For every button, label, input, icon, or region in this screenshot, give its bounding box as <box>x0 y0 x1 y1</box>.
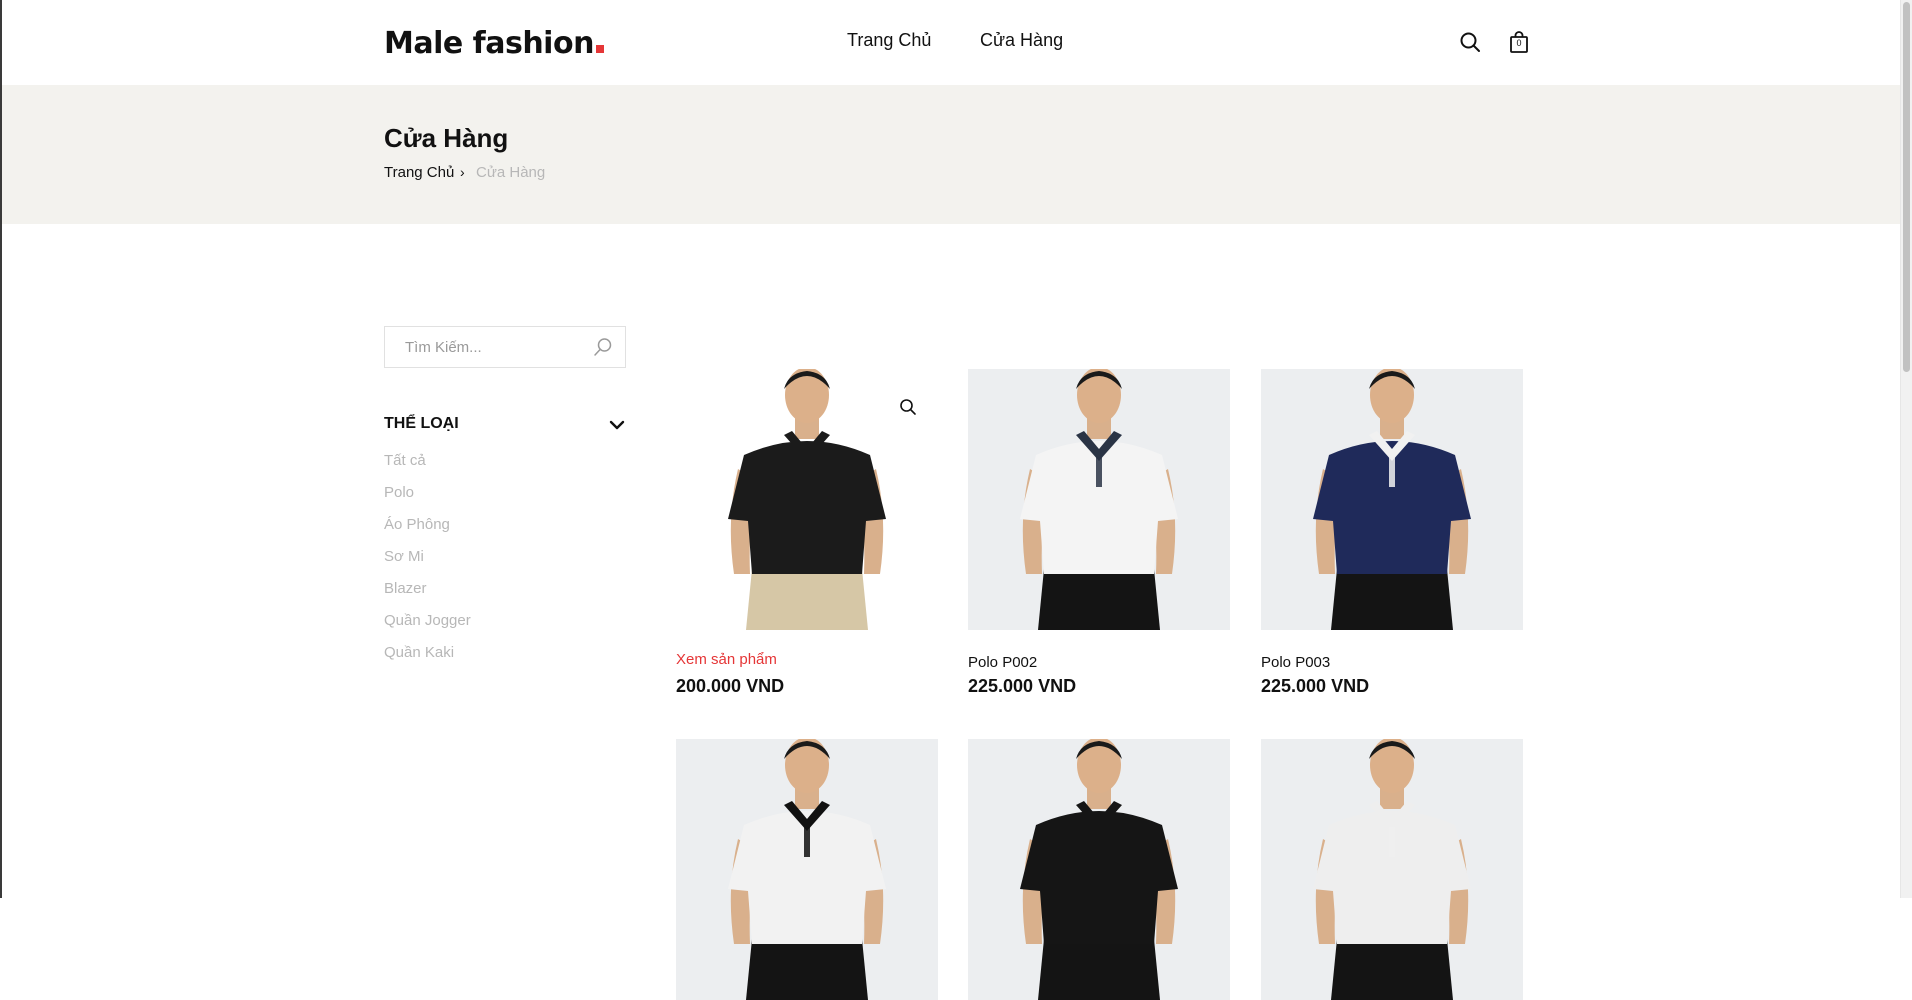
nav-home-link[interactable]: Trang Chủ <box>847 30 931 51</box>
category-item-tshirt[interactable]: Áo Phông <box>384 516 471 548</box>
scrollbar-thumb[interactable] <box>1903 2 1910 372</box>
model-photo <box>1261 739 1523 1000</box>
page-title: Cửa Hàng <box>384 123 509 153</box>
sidebar-search-button[interactable] <box>593 337 613 357</box>
cart-count: 0 <box>1516 38 1522 48</box>
product-card[interactable]: Polo P003 225.000 VND <box>1261 369 1523 696</box>
logo-dot <box>595 45 604 53</box>
shopping-bag-icon[interactable]: 0 <box>1507 30 1531 54</box>
site-header: Male fashion Trang Chủ Cửa Hàng 0 <box>2 0 1901 85</box>
product-image[interactable] <box>968 739 1230 1000</box>
magnifier-icon <box>594 338 612 356</box>
category-accordion-toggle[interactable]: Thể loại <box>384 413 626 437</box>
zoom-icon <box>900 399 916 415</box>
product-card[interactable] <box>676 739 938 1000</box>
product-name[interactable]: Polo P002 <box>968 654 1037 671</box>
logo-text: Male fashion <box>384 26 594 61</box>
category-item-jogger[interactable]: Quần Jogger <box>384 612 471 644</box>
breadcrumb-current: Cửa Hàng <box>476 164 546 181</box>
product-name[interactable]: Polo P003 <box>1261 654 1330 671</box>
sidebar-search <box>384 326 626 368</box>
category-item-all[interactable]: Tất cả <box>384 452 471 484</box>
page-banner: Cửa Hàng Trang Chủ › Cửa Hàng <box>2 85 1901 224</box>
model-photo <box>1261 369 1523 630</box>
product-price: 225.000 VND <box>968 676 1077 696</box>
model-photo <box>968 369 1230 630</box>
product-card[interactable] <box>968 739 1230 1000</box>
product-card[interactable]: Xem sản phẩm 200.000 VND <box>676 369 938 696</box>
category-heading: Thể loại <box>384 415 459 432</box>
sidebar-search-input[interactable] <box>385 327 585 367</box>
category-list: Tất cả Polo Áo Phông Sơ Mi Blazer Quần J… <box>384 452 471 676</box>
product-image[interactable] <box>1261 739 1523 1000</box>
category-item-polo[interactable]: Polo <box>384 484 471 516</box>
nav-shop-link[interactable]: Cửa Hàng <box>980 30 1063 51</box>
product-image[interactable] <box>676 739 938 1000</box>
product-image[interactable] <box>1261 369 1523 630</box>
site-logo[interactable]: Male fashion <box>384 26 604 61</box>
model-photo <box>968 739 1230 1000</box>
category-item-blazer[interactable]: Blazer <box>384 580 471 612</box>
product-card[interactable] <box>1261 739 1523 1000</box>
product-image[interactable] <box>968 369 1230 630</box>
breadcrumb-home-link[interactable]: Trang Chủ <box>384 164 454 181</box>
product-price: 200.000 VND <box>676 676 785 696</box>
breadcrumb-separator: › <box>460 164 465 180</box>
quick-view-button[interactable] <box>890 389 926 425</box>
search-icon[interactable] <box>1458 30 1482 54</box>
page-scrollbar[interactable] <box>1900 0 1912 898</box>
category-item-shirt[interactable]: Sơ Mi <box>384 548 471 580</box>
chevron-down-icon <box>608 416 626 434</box>
product-view-link[interactable]: Xem sản phẩm <box>676 651 777 668</box>
category-item-kaki[interactable]: Quần Kaki <box>384 644 471 676</box>
product-price: 225.000 VND <box>1261 676 1370 696</box>
product-card[interactable]: Polo P002 225.000 VND <box>968 369 1230 696</box>
model-photo <box>676 739 938 1000</box>
